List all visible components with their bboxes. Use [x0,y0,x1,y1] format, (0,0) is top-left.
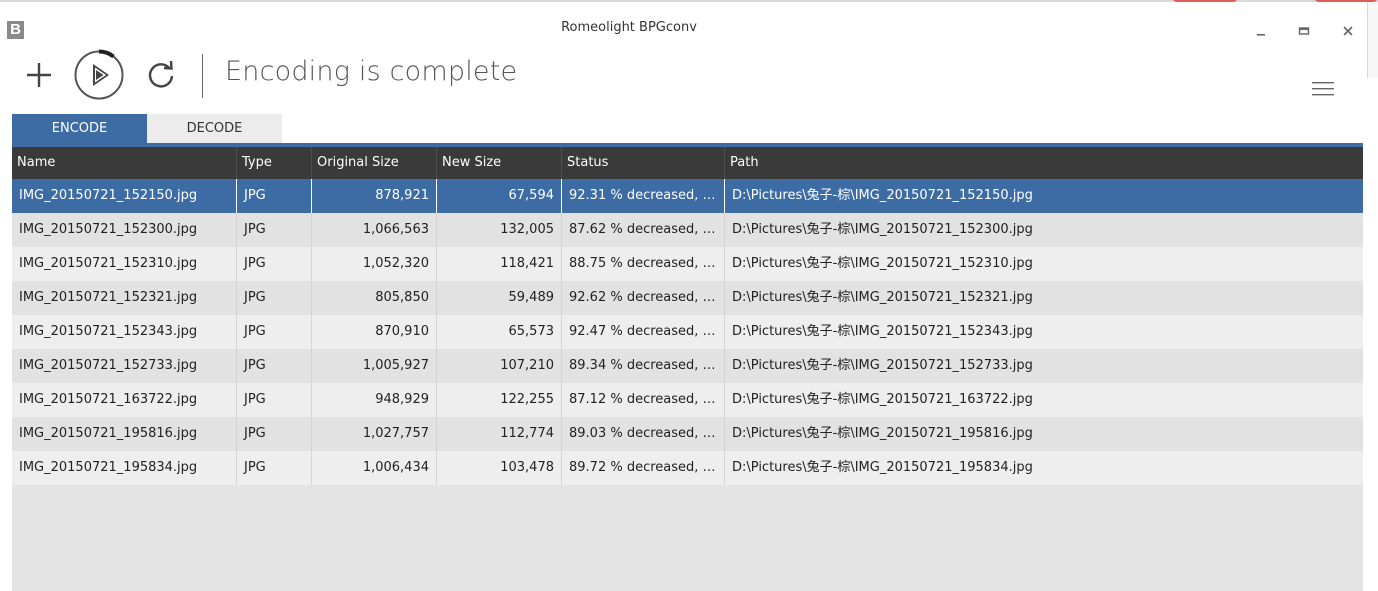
app-window: B Romeolight BPGconv Encoding is complet… [0,0,1378,591]
table-row[interactable]: IMG_20150721_195834.jpg JPG 1,006,434 10… [12,451,1363,485]
cell-name: IMG_20150721_152343.jpg [12,315,237,349]
cell-original-size: 948,929 [312,383,437,417]
cell-path: D:\Pictures\兔子-棕\IMG_20150721_152343.jpg [732,324,1033,339]
cell-type: JPG [237,247,312,281]
cell-original-size: 805,850 [312,281,437,315]
column-header-type[interactable]: Type [237,147,312,179]
column-header-name[interactable]: Name [12,147,237,179]
cell-path: D:\Pictures\兔子-棕\IMG_20150721_195834.jpg [732,460,1033,475]
toolbar-separator [202,54,203,98]
table-row[interactable]: IMG_20150721_195816.jpg JPG 1,027,757 11… [12,417,1363,451]
cell-original-size: 1,027,757 [312,417,437,451]
cell-status: 92.47 % decreased, x... [562,315,725,349]
cell-path: D:\Pictures\兔子-棕\IMG_20150721_163722.jpg [732,392,1033,407]
cell-type: JPG [237,451,312,485]
cell-original-size: 1,052,320 [312,247,437,281]
cell-status: 87.12 % decreased, x... [562,383,725,417]
cell-name: IMG_20150721_152300.jpg [12,213,237,247]
refresh-icon[interactable] [144,58,178,92]
tab-encode[interactable]: ENCODE [12,114,147,143]
cell-original-size: 1,006,434 [312,451,437,485]
column-header-original-size[interactable]: Original Size [312,147,437,179]
play-circle-icon[interactable] [72,48,126,102]
cell-name: IMG_20150721_163722.jpg [12,383,237,417]
table-row[interactable]: IMG_20150721_152343.jpg JPG 870,910 65,5… [12,315,1363,349]
cell-original-size: 870,910 [312,315,437,349]
table-row[interactable]: IMG_20150721_152321.jpg JPG 805,850 59,4… [12,281,1363,315]
minimize-icon[interactable] [1249,19,1273,43]
hamburger-menu-icon[interactable] [1309,78,1337,100]
cell-type: JPG [237,179,312,213]
table-row[interactable]: IMG_20150721_152150.jpg JPG 878,921 67,5… [12,179,1363,213]
window-title: Romeolight BPGconv [561,20,697,35]
table-row[interactable]: IMG_20150721_163722.jpg JPG 948,929 122,… [12,383,1363,417]
cell-path: D:\Pictures\兔子-棕\IMG_20150721_152321.jpg [732,290,1033,305]
mode-tabs: ENCODE DECODE [12,114,282,143]
table-row[interactable]: IMG_20150721_152733.jpg JPG 1,005,927 10… [12,349,1363,383]
column-header-path[interactable]: Path [725,147,1363,179]
cell-status: 87.62 % decreased, x... [562,213,725,247]
plus-icon[interactable] [22,58,56,92]
cell-name: IMG_20150721_195834.jpg [12,451,237,485]
cell-new-size: 67,594 [437,179,562,213]
cell-status: 89.34 % decreased, x... [562,349,725,383]
cell-status: 88.75 % decreased, x... [562,247,725,281]
cell-name: IMG_20150721_152310.jpg [12,247,237,281]
cell-type: JPG [237,315,312,349]
window-top-edge [0,0,1378,2]
table-header: Name Type Original Size New Size Status … [12,147,1363,179]
cell-new-size: 112,774 [437,417,562,451]
cell-new-size: 122,255 [437,383,562,417]
background-window-edge [1367,2,1378,78]
encoding-status: Encoding is complete [225,56,518,87]
close-icon[interactable] [1336,19,1360,43]
file-table[interactable]: Name Type Original Size New Size Status … [12,147,1363,591]
cell-status: 92.31 % decreased, x... [562,179,725,213]
background-red-tab [1172,0,1238,2]
cell-new-size: 118,421 [437,247,562,281]
cell-type: JPG [237,213,312,247]
cell-type: JPG [237,417,312,451]
cell-original-size: 878,921 [312,179,437,213]
cell-original-size: 1,005,927 [312,349,437,383]
cell-path: D:\Pictures\兔子-棕\IMG_20150721_152150.jpg [732,188,1033,203]
cell-new-size: 65,573 [437,315,562,349]
maximize-icon[interactable] [1292,19,1316,43]
cell-status: 89.72 % decreased, x... [562,451,725,485]
cell-path: D:\Pictures\兔子-棕\IMG_20150721_152310.jpg [732,256,1033,271]
tab-decode[interactable]: DECODE [147,114,282,143]
cell-type: JPG [237,349,312,383]
column-header-new-size[interactable]: New Size [437,147,562,179]
cell-name: IMG_20150721_152150.jpg [12,179,237,213]
cell-status: 92.62 % decreased, x... [562,281,725,315]
cell-type: JPG [237,281,312,315]
cell-new-size: 107,210 [437,349,562,383]
cell-name: IMG_20150721_195816.jpg [12,417,237,451]
cell-new-size: 59,489 [437,281,562,315]
table-row[interactable]: IMG_20150721_152300.jpg JPG 1,066,563 13… [12,213,1363,247]
cell-path: D:\Pictures\兔子-棕\IMG_20150721_195816.jpg [732,426,1033,441]
cell-type: JPG [237,383,312,417]
cell-status: 89.03 % decreased, x... [562,417,725,451]
column-header-status[interactable]: Status [562,147,725,179]
table-row[interactable]: IMG_20150721_152310.jpg JPG 1,052,320 11… [12,247,1363,281]
cell-original-size: 1,066,563 [312,213,437,247]
cell-name: IMG_20150721_152733.jpg [12,349,237,383]
cell-new-size: 103,478 [437,451,562,485]
cell-path: D:\Pictures\兔子-棕\IMG_20150721_152300.jpg [732,222,1033,237]
cell-new-size: 132,005 [437,213,562,247]
cell-path: D:\Pictures\兔子-棕\IMG_20150721_152733.jpg [732,358,1033,373]
cell-name: IMG_20150721_152321.jpg [12,281,237,315]
